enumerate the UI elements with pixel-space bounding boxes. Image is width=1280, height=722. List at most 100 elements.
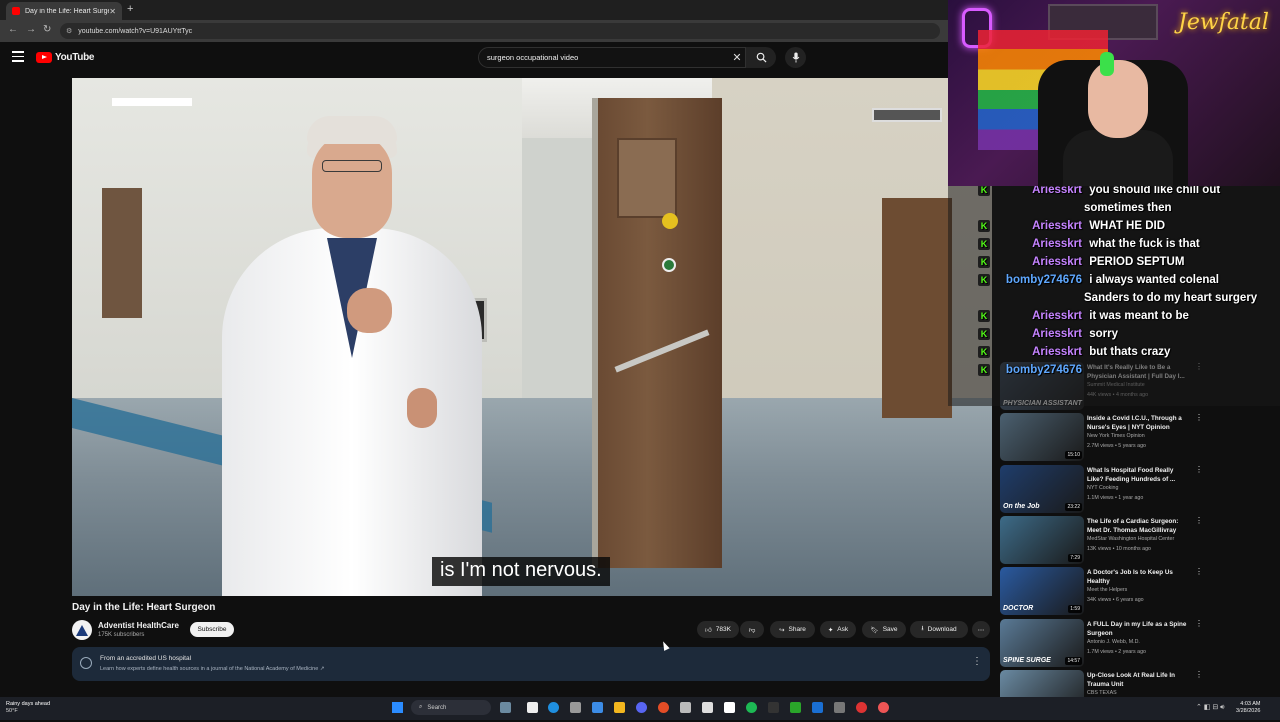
more-vertical-icon[interactable]: ⋮ <box>1195 670 1203 679</box>
recommendation-channel[interactable]: Antonio J. Webb, M.D. <box>1087 639 1140 645</box>
search-button[interactable] <box>746 47 776 68</box>
more-vertical-icon[interactable]: ⋮ <box>972 656 982 667</box>
video-player[interactable] <box>72 78 992 596</box>
save-button[interactable]: 🔖︎ Save <box>862 621 906 638</box>
notice-link[interactable]: Learn how experts define health sources … <box>100 666 324 672</box>
weather-widget[interactable]: Rainy days ahead 50°F <box>6 701 50 715</box>
recommendation-title[interactable]: The Life of a Cardiac Surgeon: Meet Dr. … <box>1087 517 1187 535</box>
more-vertical-icon[interactable]: ⋮ <box>1195 465 1203 474</box>
widgets-icon[interactable] <box>500 702 511 713</box>
streamer-hair <box>1100 52 1114 76</box>
recommendation-item[interactable]: On the Job 23:22 What Is Hospital Food Rea… <box>1000 465 1280 517</box>
close-tab-icon[interactable]: ✕ <box>109 7 116 16</box>
chat-text: PERIOD SEPTUM <box>1089 256 1185 268</box>
recommendation-thumbnail[interactable]: DOCTOR 1:59 <box>1000 567 1084 615</box>
start-button-icon[interactable] <box>392 702 403 713</box>
recommendation-thumbnail[interactable]: SPINE SURGE 14:57 <box>1000 619 1084 667</box>
ask-button[interactable]: ✦ Ask <box>820 621 856 638</box>
tab-title: Day in the Life: Heart Surgeon <box>25 7 109 15</box>
thumbnail-label: DOCTOR <box>1003 605 1034 612</box>
recommendation-meta: 2.7M views • 5 years ago <box>1087 443 1146 449</box>
task-view-icon[interactable] <box>527 702 538 713</box>
recommendation-channel[interactable]: NYT Cooking <box>1087 485 1118 491</box>
file-explorer-icon[interactable] <box>614 702 625 713</box>
chrome-active-icon[interactable] <box>878 702 889 713</box>
chat-message: Kbomby274676 <box>978 364 1086 376</box>
back-icon[interactable]: ← <box>8 24 18 35</box>
recommendation-title[interactable]: A FULL Day in my Life as a Spine Surgeon <box>1087 620 1187 638</box>
forward-icon[interactable]: → <box>26 24 36 35</box>
chat-message: K Ariesskrt but thats crazy <box>978 346 1170 358</box>
like-button[interactable]: 👍︎ 783K <box>697 621 739 638</box>
download-button[interactable]: ⭳ Download <box>910 621 968 638</box>
browser-tab[interactable]: Day in the Life: Heart Surgeon ✕ <box>6 2 122 20</box>
recommendation-channel[interactable]: MedStar Washington Hospital Center <box>1087 536 1174 542</box>
chat-text: it was meant to be <box>1089 310 1189 322</box>
app-icon-2[interactable] <box>680 702 691 713</box>
chat-username: bomby274676 <box>1005 364 1082 376</box>
thumbnail-label: SPINE SURGE <box>1003 657 1051 664</box>
more-vertical-icon[interactable]: ⋮ <box>1195 619 1203 628</box>
spotify-icon[interactable] <box>746 702 757 713</box>
edge-icon[interactable] <box>548 702 559 713</box>
info-badge-icon <box>80 657 92 669</box>
recommendation-item[interactable]: DOCTOR 1:59 A Doctor's Job Is to Keep Us H… <box>1000 567 1280 619</box>
dislike-button[interactable]: 👎︎ <box>740 621 764 638</box>
share-button[interactable]: ↪ Share <box>770 621 815 638</box>
obs-icon[interactable] <box>768 702 779 713</box>
recommendation-meta: 1.1M views • 1 year ago <box>1087 495 1144 501</box>
more-vertical-icon[interactable]: ⋮ <box>1195 413 1203 422</box>
recommendation-thumbnail[interactable]: On the Job 23:22 <box>1000 465 1084 513</box>
recommendation-channel[interactable]: New York Times Opinion <box>1087 433 1145 439</box>
chat-message: K Ariesskrt PERIOD SEPTUM <box>978 256 1184 268</box>
new-tab-button[interactable]: + <box>127 3 133 15</box>
youtube-favicon-icon <box>12 7 20 15</box>
more-actions-button[interactable]: ⋯ <box>972 621 990 638</box>
chat-text: sorry <box>1089 328 1118 340</box>
search-input[interactable]: surgeon occupational video ✕ <box>478 47 746 68</box>
microphone-icon <box>792 52 799 63</box>
recommendation-title[interactable]: What Is Hospital Food Really Like? Feedi… <box>1087 466 1187 484</box>
settings-icon[interactable] <box>570 702 581 713</box>
recommendation-channel[interactable]: Meet the Helpers <box>1087 587 1127 593</box>
notice-title: From an accredited US hospital <box>100 655 192 662</box>
taskbar-clock[interactable]: 4:03 AM 3/28/2026 <box>1236 701 1260 715</box>
channel-avatar[interactable] <box>72 620 92 640</box>
app-icon-3[interactable] <box>812 702 823 713</box>
more-vertical-icon[interactable]: ⋮ <box>1195 567 1203 576</box>
recommendation-item[interactable]: 15:10 Inside a Covid I.C.U., Through a Nu… <box>1000 413 1280 465</box>
video-duration: 15:10 <box>1065 451 1082 459</box>
subscribe-button[interactable]: Subscribe <box>190 622 234 637</box>
clear-search-icon[interactable]: ✕ <box>729 51 745 64</box>
discord-icon[interactable] <box>636 702 647 713</box>
chat-text: but thats crazy <box>1089 346 1171 358</box>
app-icon[interactable] <box>592 702 603 713</box>
health-source-notice[interactable]: From an accredited US hospital Learn how… <box>72 647 990 681</box>
youtube-logo[interactable]: YouTube <box>36 52 95 63</box>
youtube-header: YouTube surgeon occupational video ✕ <box>0 42 948 74</box>
taskbar-search[interactable]: ⌕ Search <box>411 700 491 715</box>
notepad-icon[interactable] <box>724 702 735 713</box>
recommendation-title[interactable]: Inside a Covid I.C.U., Through a Nurse's… <box>1087 414 1187 432</box>
url-field[interactable]: ⚙ youtube.com/watch?v=U91AUYttTyc <box>60 23 940 39</box>
app-icon-5[interactable] <box>856 702 867 713</box>
recommendation-title[interactable]: Up-Close Look At Real Life In Trauma Uni… <box>1087 671 1187 689</box>
recommendation-item[interactable]: SPINE SURGE 14:57 A FULL Day in my Life as… <box>1000 619 1280 671</box>
recommendation-title[interactable]: A Doctor's Job Is to Keep Us Healthy <box>1087 568 1187 586</box>
recommendation-item[interactable]: 7:29 The Life of a Cardiac Surgeon: Meet … <box>1000 516 1280 568</box>
recommendation-thumbnail[interactable]: 15:10 <box>1000 413 1084 461</box>
reload-icon[interactable]: ↻ <box>43 24 51 35</box>
system-tray-icons[interactable]: ⌃ ◧ ⊟ 🔊︎ <box>1196 703 1225 712</box>
voice-search-button[interactable] <box>785 47 806 68</box>
site-info-icon[interactable]: ⚙ <box>66 27 72 35</box>
app-icon-4[interactable] <box>834 702 845 713</box>
xbox-icon[interactable] <box>790 702 801 713</box>
chrome-icon[interactable] <box>658 702 669 713</box>
recommendation-channel[interactable]: CBS TEXAS <box>1087 690 1117 696</box>
calendar-icon[interactable] <box>702 702 713 713</box>
recommendation-thumbnail[interactable]: 7:29 <box>1000 516 1084 564</box>
channel-name[interactable]: Adventist HealthCare <box>98 621 179 630</box>
hamburger-menu-icon[interactable] <box>12 51 24 62</box>
video-frame-light <box>112 98 192 106</box>
more-vertical-icon[interactable]: ⋮ <box>1195 516 1203 525</box>
